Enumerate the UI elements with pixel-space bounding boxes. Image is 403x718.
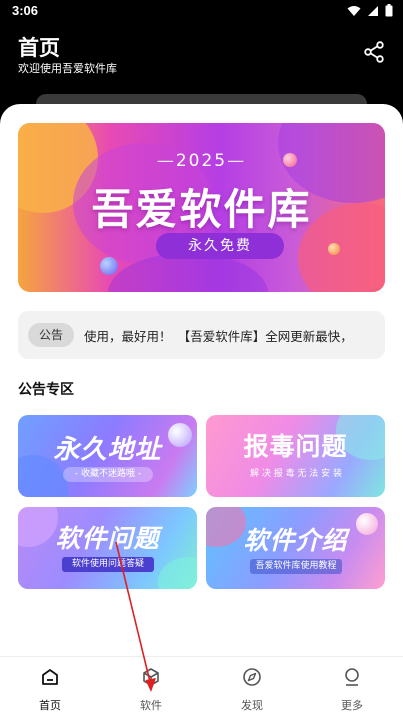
nav-label: 首页 (39, 699, 61, 712)
status-icons (347, 4, 393, 17)
notice-bar[interactable]: 公告 使用，最好用！ 【吾爱软件库】全网更新最快， (18, 311, 385, 359)
hero-year: —2025— (156, 151, 247, 171)
nav-label: 软件 (140, 699, 162, 712)
notice-badge: 公告 (28, 323, 74, 347)
status-time: 3:06 (12, 3, 39, 18)
bottom-nav: 首页 软件 发现 更多 (0, 656, 403, 718)
tile-permanent-address[interactable]: 永久地址 - 收藏不迷路哦 - (18, 415, 197, 497)
tile-title: 软件问题 (55, 524, 160, 553)
tile-title: 软件介绍 (243, 526, 348, 555)
nav-item-software[interactable]: 软件 (101, 657, 201, 718)
tile-subtitle: 解 决 报 毒 无 法 安 装 (249, 469, 343, 479)
tile-title: 报毒问题 (243, 432, 348, 461)
screen: 3:06 首页 欢迎使用吾爱软件库 —2025— 吾爱软件库 永久免费 公告 使… (0, 0, 403, 718)
hero-year-text: 2025 (175, 151, 228, 171)
page-title: 首页 (18, 36, 60, 60)
tile-title: 永久地址 (53, 435, 162, 465)
page-subtitle: 欢迎使用吾爱软件库 (18, 62, 117, 75)
nav-item-home[interactable]: 首页 (0, 657, 100, 718)
hero-banner[interactable]: —2025— 吾爱软件库 永久免费 (18, 123, 385, 292)
nav-item-discover[interactable]: 发现 (202, 657, 302, 718)
share-icon[interactable] (363, 41, 385, 63)
person-icon (345, 668, 359, 686)
wifi-icon (347, 5, 361, 16)
nav-label: 发现 (241, 699, 263, 712)
notice-text: 使用，最好用！ 【吾爱软件库】全网更新最快， (84, 329, 353, 344)
home-icon (42, 669, 58, 685)
section-title: 公告专区 (18, 382, 74, 398)
battery-icon (385, 4, 393, 17)
tile-antivirus-issue[interactable]: 报毒问题 解 决 报 毒 无 法 安 装 (206, 415, 385, 497)
tile-subtitle: 软件使用问题答疑 (62, 557, 154, 572)
signal-icon (368, 5, 378, 16)
tile-subtitle: 吾爱软件库使用教程 (250, 559, 342, 574)
nav-item-more[interactable]: 更多 (302, 657, 402, 718)
status-bar: 3:06 (0, 0, 403, 24)
tile-software-intro[interactable]: 软件介绍 吾爱软件库使用教程 (206, 507, 385, 589)
cube-icon (143, 668, 159, 686)
decor-bubble (100, 257, 118, 275)
compass-icon (243, 668, 261, 686)
nav-label: 更多 (341, 699, 363, 712)
hero-title: 吾爱软件库 (91, 185, 312, 234)
decor-blob (158, 557, 197, 589)
tile-software-issue[interactable]: 软件问题 软件使用问题答疑 (18, 507, 197, 589)
hero-pill: 永久免费 (156, 233, 284, 259)
decor-bubble (328, 243, 340, 255)
tile-subtitle: - 收藏不迷路哦 - (63, 467, 153, 482)
